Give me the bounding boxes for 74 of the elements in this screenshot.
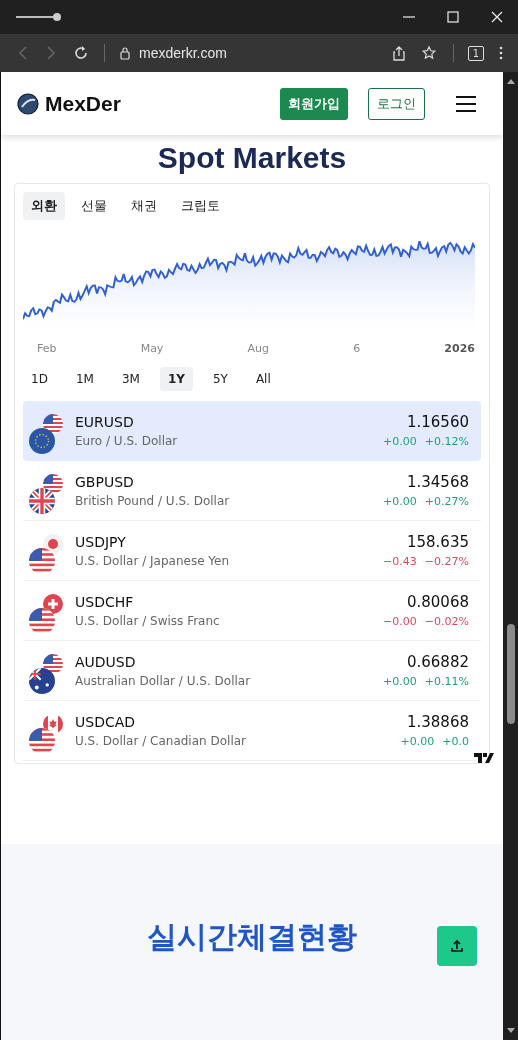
market-tab[interactable]: 외환 bbox=[23, 192, 65, 220]
market-tab[interactable]: 채권 bbox=[123, 192, 165, 220]
price-value: 1.16560 bbox=[406, 413, 469, 431]
section-heading: Spot Markets bbox=[156, 143, 348, 173]
range-tab[interactable]: 3M bbox=[113, 367, 148, 391]
pair-symbol: USDCHF bbox=[75, 593, 135, 610]
range-tab[interactable]: 5Y bbox=[204, 367, 236, 391]
url-text[interactable]: mexderkr.com bbox=[139, 45, 227, 61]
pair-symbol: GBPUSD bbox=[75, 473, 135, 490]
brand-name[interactable]: MexDer bbox=[45, 91, 121, 116]
change-percent: −0.02% bbox=[424, 615, 469, 628]
pair-name: U.S. Dollar / Japanese Yen bbox=[75, 553, 231, 568]
range-tab[interactable]: 1Y bbox=[159, 367, 193, 391]
pair-name: Australian Dollar / U.S. Dollar bbox=[75, 673, 252, 688]
pair-symbol: EURUSD bbox=[75, 413, 135, 430]
pair-name: U.S. Dollar / Swiss Franc bbox=[75, 613, 221, 628]
chart-logo-icon bbox=[473, 751, 495, 765]
change-percent: −0.27% bbox=[424, 555, 469, 568]
price-value: 0.66882 bbox=[406, 653, 469, 671]
scroll-down-icon[interactable] bbox=[506, 1028, 515, 1034]
pair-name: Euro / U.S. Dollar bbox=[75, 433, 179, 448]
change-percent: +0.0 bbox=[442, 735, 469, 748]
axis-label: Feb bbox=[37, 342, 57, 355]
axis-label: Aug bbox=[247, 342, 270, 355]
star-icon[interactable] bbox=[420, 45, 439, 61]
range-tab[interactable]: 1M bbox=[67, 367, 102, 391]
price-value: 0.80068 bbox=[406, 593, 469, 611]
axis-label: May bbox=[140, 342, 164, 355]
price-value: 1.38868 bbox=[406, 713, 469, 731]
close-icon[interactable] bbox=[490, 10, 504, 24]
logo-icon bbox=[17, 92, 39, 115]
currency-pair-row[interactable]: USDCAD U.S. Dollar / Canadian Dollar 1.38868 +0.00 +0.0 bbox=[23, 701, 481, 761]
range-tab[interactable]: 1D bbox=[23, 367, 56, 391]
more-menu-icon[interactable] bbox=[498, 45, 504, 61]
scroll-top-button[interactable] bbox=[437, 926, 477, 966]
change-value: +0.00 bbox=[383, 675, 417, 688]
lock-icon[interactable] bbox=[119, 46, 131, 60]
zoom-slider-icon[interactable] bbox=[16, 12, 64, 22]
change-value: −0.43 bbox=[383, 555, 417, 568]
pair-name: British Pound / U.S. Dollar bbox=[75, 493, 231, 508]
change-percent: +0.27% bbox=[424, 495, 469, 508]
price-value: 1.34568 bbox=[406, 473, 469, 491]
change-value: −0.00 bbox=[383, 615, 417, 628]
pair-symbol: USDCAD bbox=[75, 713, 137, 730]
pair-name: U.S. Dollar / Canadian Dollar bbox=[75, 733, 247, 748]
market-tab[interactable]: 선물 bbox=[73, 192, 115, 220]
login-button[interactable]: 로그인 bbox=[368, 87, 425, 120]
upload-icon bbox=[450, 939, 464, 953]
change-value: +0.00 bbox=[383, 435, 417, 448]
range-tab[interactable]: All bbox=[247, 367, 279, 391]
market-tab[interactable]: 크립토 bbox=[173, 192, 228, 220]
change-percent: +0.12% bbox=[424, 435, 469, 448]
change-value: +0.00 bbox=[383, 495, 417, 508]
share-icon[interactable] bbox=[390, 45, 407, 61]
menu-icon[interactable] bbox=[455, 94, 477, 113]
signup-button[interactable]: 회원가입 bbox=[280, 87, 348, 120]
pair-symbol: AUDUSD bbox=[75, 653, 137, 670]
scroll-up-icon[interactable] bbox=[506, 78, 515, 84]
maximize-icon[interactable] bbox=[446, 10, 460, 24]
axis-label: 2026 bbox=[444, 342, 475, 355]
price-value: 158.635 bbox=[406, 533, 469, 551]
scrollbar-thumb[interactable] bbox=[506, 624, 515, 724]
tab-count-button[interactable]: 1 bbox=[467, 45, 484, 61]
reload-icon[interactable] bbox=[72, 44, 90, 62]
currency-pair-row[interactable]: AUDUSD Australian Dollar / U.S. Dollar 0.66882 +0.00 +0.11% bbox=[23, 641, 481, 701]
currency-pair-row[interactable]: USDJPY U.S. Dollar / Japanese Yen 158.635 −0.43 −0.27% bbox=[23, 521, 481, 581]
change-percent: +0.11% bbox=[424, 675, 469, 688]
currency-pair-row[interactable]: EURUSD Euro / U.S. Dollar 1.16560 +0.00 +0.12% bbox=[23, 401, 481, 461]
section-title: 실시간체결현황 bbox=[147, 917, 357, 956]
currency-pair-row[interactable]: USDCHF U.S. Dollar / Swiss Franc 0.80068 −0.00 −0.02% bbox=[23, 581, 481, 641]
change-value: +0.00 bbox=[400, 735, 435, 748]
pair-symbol: USDJPY bbox=[75, 533, 127, 550]
currency-pair-row[interactable]: GBPUSD British Pound / U.S. Dollar 1.34568 +0.00 +0.27% bbox=[23, 461, 481, 521]
axis-label: 6 bbox=[353, 342, 361, 355]
